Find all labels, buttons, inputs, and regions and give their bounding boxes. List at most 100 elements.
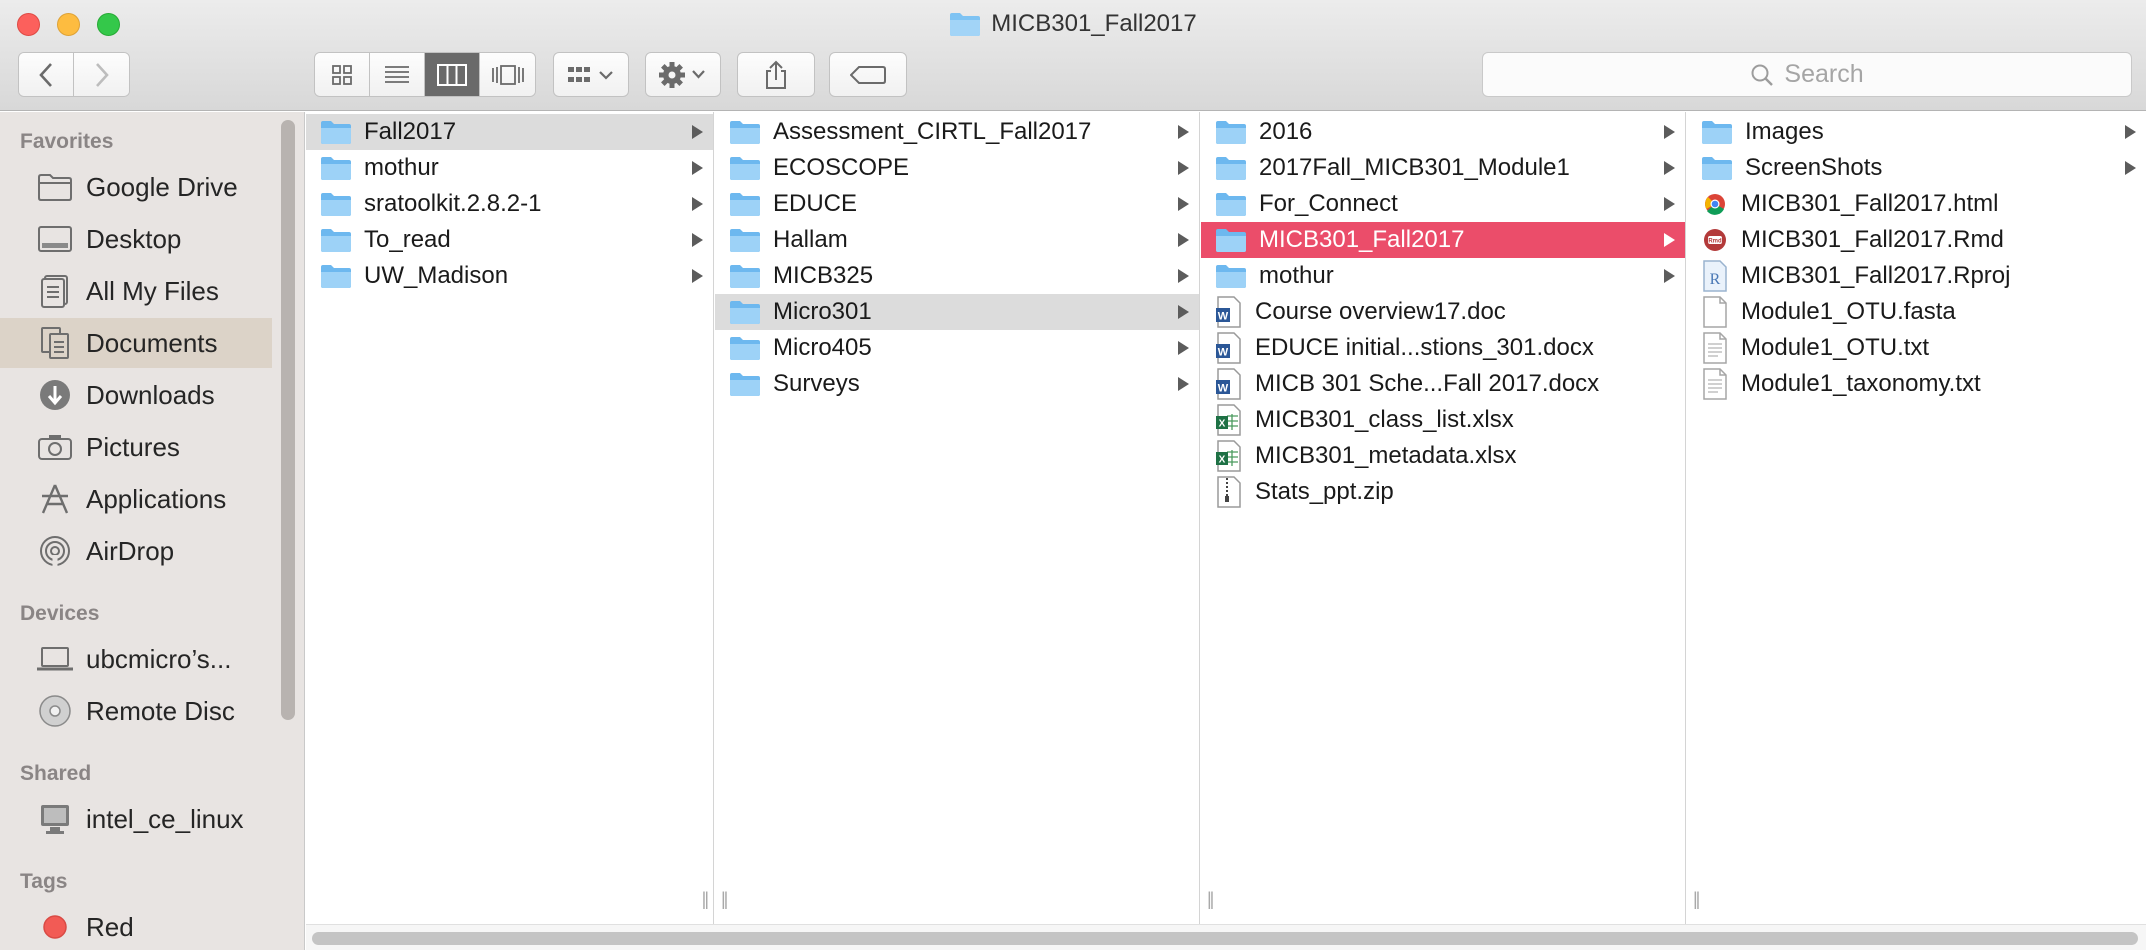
column-list: Assessment_CIRTL_Fall2017 ECOSCOPE EDUCE… <box>715 114 1199 402</box>
folder-icon <box>730 337 760 360</box>
column-resize-handle[interactable]: || <box>702 889 710 910</box>
list-item[interactable]: For_Connect <box>1201 186 1685 222</box>
list-item[interactable]: To_read <box>306 222 713 258</box>
sidebar-item-label: Applications <box>86 483 227 514</box>
list-item[interactable]: Images <box>1687 114 2146 150</box>
disclosure-arrow-icon <box>2125 161 2136 175</box>
list-item[interactable]: Hallam <box>715 222 1199 258</box>
list-item-selected[interactable]: MICB301_Fall2017 <box>1201 222 1685 258</box>
window-title: MICB301_Fall2017 <box>991 10 1197 37</box>
column-view-button[interactable] <box>425 53 480 96</box>
folder-icon <box>1702 121 1732 144</box>
icon-view-icon <box>332 64 352 85</box>
list-item[interactable]: EDUCE <box>715 186 1199 222</box>
folder-icon <box>321 265 351 288</box>
disclosure-arrow-icon <box>692 125 703 139</box>
icon-view-button[interactable] <box>315 53 370 96</box>
disclosure-arrow-icon <box>1178 305 1189 319</box>
sidebar-item-desktop[interactable]: Desktop <box>0 214 272 264</box>
list-item[interactable]: W MICB 301 Sche...Fall 2017.docx <box>1201 366 1685 402</box>
list-item[interactable]: W Course overview17.doc <box>1201 294 1685 330</box>
list-item[interactable]: ScreenShots <box>1687 150 2146 186</box>
disclosure-arrow-icon <box>1178 161 1189 175</box>
cover-flow-button[interactable] <box>480 53 535 96</box>
list-item[interactable]: sratoolkit.2.8.2-1 <box>306 186 713 222</box>
sidebar-item-all-my-files[interactable]: All My Files <box>0 266 272 316</box>
list-item[interactable]: X MICB301_class_list.xlsx <box>1201 402 1685 438</box>
arrange-button[interactable] <box>553 52 629 97</box>
sidebar-item-downloads[interactable]: Downloads <box>0 370 272 420</box>
list-item[interactable]: R MICB301_Fall2017.Rproj <box>1687 258 2146 294</box>
list-item[interactable]: UW_Madison <box>306 258 713 294</box>
list-item[interactable]: MICB301_Fall2017.html <box>1687 186 2146 222</box>
list-item[interactable]: Micro405 <box>715 330 1199 366</box>
sidebar-item-applications[interactable]: Applications <box>0 474 272 524</box>
back-button[interactable] <box>19 53 74 96</box>
folder-icon <box>950 13 981 36</box>
disclosure-arrow-icon <box>692 197 703 211</box>
disclosure-arrow-icon <box>1664 197 1675 211</box>
sidebar-item-airdrop[interactable]: AirDrop <box>0 526 272 576</box>
sidebar-item-remote-disc[interactable]: Remote Disc <box>0 686 272 736</box>
disclosure-arrow-icon <box>1178 197 1189 211</box>
list-item[interactable]: Micro301 <box>715 294 1199 330</box>
svg-text:W: W <box>1218 347 1229 359</box>
list-item[interactable]: Assessment_CIRTL_Fall2017 <box>715 114 1199 150</box>
tag-icon <box>850 65 886 84</box>
sidebar-item-label: Documents <box>86 327 218 358</box>
list-item[interactable]: X MICB301_metadata.xlsx <box>1201 438 1685 474</box>
sidebar-item-google-drive[interactable]: Google Drive <box>0 162 272 212</box>
applications-icon <box>36 481 74 517</box>
sidebar-item-label: Pictures <box>86 431 180 462</box>
desktop-icon <box>36 221 74 257</box>
sidebar-item-tag-red[interactable]: Red <box>0 902 272 950</box>
gear-icon <box>659 61 705 88</box>
list-item[interactable]: mothur <box>1201 258 1685 294</box>
action-button[interactable] <box>645 52 721 97</box>
list-item[interactable]: Rmd MICB301_Fall2017.Rmd <box>1687 222 2146 258</box>
folder-icon <box>730 301 760 324</box>
documents-icon <box>36 325 74 361</box>
red-tag-icon <box>36 909 74 945</box>
list-view-button[interactable] <box>370 53 425 96</box>
horizontal-scrollbar-thumb[interactable] <box>312 932 2138 945</box>
column-1: Fall2017 mothur sratoolkit.2.8.2-1 To_re… <box>306 112 714 924</box>
folder-icon <box>1216 265 1246 288</box>
column-resize-handle[interactable]: || <box>1207 889 1215 910</box>
sidebar-item-label: Downloads <box>86 379 215 410</box>
list-item[interactable]: Surveys <box>715 366 1199 402</box>
list-item[interactable]: 2017Fall_MICB301_Module1 <box>1201 150 1685 186</box>
sidebar-scrollbar[interactable] <box>281 120 295 720</box>
sidebar-item-intel-ce-linux[interactable]: intel_ce_linux <box>0 794 272 844</box>
sidebar-item-label: Red <box>86 911 134 942</box>
chevron-left-icon <box>39 62 52 87</box>
list-item[interactable]: Module1_OTU.fasta <box>1687 294 2146 330</box>
sidebar-item-pictures[interactable]: Pictures <box>0 422 272 472</box>
disclosure-arrow-icon <box>1178 269 1189 283</box>
disclosure-arrow-icon <box>692 269 703 283</box>
sidebar-item-ubcmicro[interactable]: ubcmicro’s... <box>0 634 272 684</box>
list-item[interactable]: Module1_OTU.txt <box>1687 330 2146 366</box>
list-item[interactable]: Fall2017 <box>306 114 713 150</box>
computer-icon <box>36 801 74 837</box>
folder-icon <box>36 169 74 205</box>
search-field[interactable]: Search <box>1482 52 2132 97</box>
list-item[interactable]: 2016 <box>1201 114 1685 150</box>
list-item[interactable]: mothur <box>306 150 713 186</box>
svg-text:R: R <box>1710 271 1721 288</box>
sidebar-item-documents[interactable]: Documents <box>0 318 272 368</box>
column-resize-handle[interactable]: || <box>721 889 729 910</box>
list-item[interactable]: W EDUCE initial...stions_301.docx <box>1201 330 1685 366</box>
list-item[interactable]: Module1_taxonomy.txt <box>1687 366 2146 402</box>
horizontal-scrollbar[interactable] <box>306 924 2146 950</box>
svg-text:W: W <box>1218 311 1229 323</box>
share-button[interactable] <box>737 52 815 97</box>
edit-tags-button[interactable] <box>829 52 907 97</box>
list-item[interactable]: ECOSCOPE <box>715 150 1199 186</box>
column-resize-handle[interactable]: || <box>1693 889 1701 910</box>
folder-icon <box>321 157 351 180</box>
list-item[interactable]: Stats_ppt.zip <box>1201 474 1685 510</box>
svg-text:X: X <box>1219 419 1226 430</box>
forward-button[interactable] <box>74 53 129 96</box>
list-item[interactable]: MICB325 <box>715 258 1199 294</box>
